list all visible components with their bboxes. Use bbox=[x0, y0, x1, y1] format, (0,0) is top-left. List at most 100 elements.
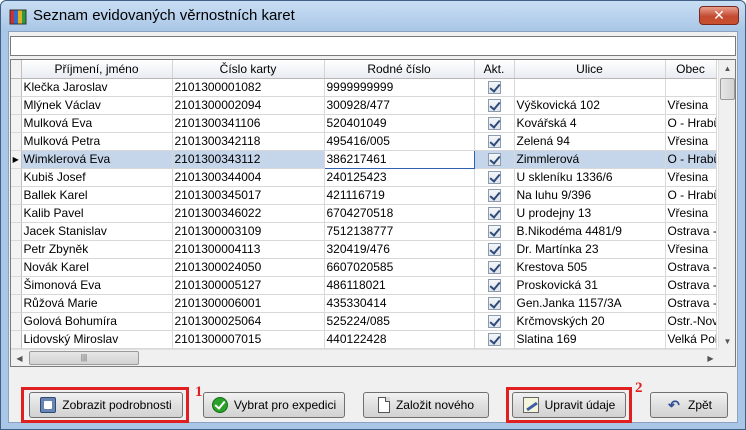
cell-city[interactable]: Ostrava - V bbox=[665, 258, 717, 277]
cell-street[interactable]: Dr. Martínka 23 bbox=[514, 240, 666, 259]
table-row[interactable]: Kubiš Josef 2101300344004 240125423 U sklen… bbox=[11, 168, 717, 187]
cell-card-number[interactable]: 2101300003109 bbox=[172, 222, 325, 241]
cell-name[interactable]: Golová Bohumíra bbox=[21, 312, 173, 331]
cell-city[interactable]: Ostrava - V bbox=[665, 276, 717, 295]
cell-name[interactable]: Mulková Petra bbox=[21, 132, 173, 151]
cell-city[interactable]: O - Hrabů bbox=[665, 150, 717, 169]
column-header-birth-number[interactable]: Rodné číslo bbox=[324, 60, 475, 79]
cell-active[interactable] bbox=[474, 276, 515, 295]
cell-street[interactable]: Kovářská 4 bbox=[514, 114, 666, 133]
table-row[interactable]: Šimonová Eva 2101300005127 486118021 Prosko… bbox=[11, 276, 717, 295]
cell-name[interactable]: Kalib Pavel bbox=[21, 204, 173, 223]
select-for-dispatch-button[interactable]: Vybrat pro expedici bbox=[203, 392, 345, 418]
row-indicator[interactable] bbox=[11, 276, 22, 295]
cell-name[interactable]: Novák Karel bbox=[21, 258, 173, 277]
cell-active[interactable] bbox=[474, 114, 515, 133]
row-indicator[interactable] bbox=[11, 204, 22, 223]
horizontal-scroll-thumb[interactable]: ||| bbox=[29, 351, 139, 365]
cell-city[interactable]: Ostrava - V bbox=[665, 294, 717, 313]
vertical-scroll-thumb[interactable] bbox=[720, 78, 735, 100]
title-bar[interactable]: Seznam evidovaných věrnostních karet ✕ bbox=[1, 1, 745, 31]
cell-active[interactable] bbox=[474, 186, 515, 205]
active-checkbox[interactable] bbox=[487, 135, 501, 149]
table-row[interactable]: Ballek Karel 2101300345017 421116719 Na luh… bbox=[11, 186, 717, 205]
cell-name[interactable]: Kubiš Josef bbox=[21, 168, 173, 187]
row-indicator[interactable] bbox=[11, 78, 22, 97]
row-indicator[interactable] bbox=[11, 294, 22, 313]
vertical-scrollbar[interactable]: ▲ ▼ bbox=[718, 60, 735, 350]
cell-card-number[interactable]: 2101300002094 bbox=[172, 96, 325, 115]
cell-city[interactable]: Vřesina bbox=[665, 132, 717, 151]
cell-card-number[interactable]: 2101300342118 bbox=[172, 132, 325, 151]
row-indicator[interactable] bbox=[11, 258, 22, 277]
active-checkbox[interactable] bbox=[487, 81, 501, 95]
create-new-button[interactable]: Založit nového bbox=[363, 392, 489, 418]
cell-name[interactable]: Šimonová Eva bbox=[21, 276, 173, 295]
active-checkbox[interactable] bbox=[487, 279, 501, 293]
cell-birth-number[interactable]: 495416/005 bbox=[324, 132, 475, 151]
cell-active[interactable] bbox=[474, 312, 515, 331]
cell-birth-number[interactable]: 440122428 bbox=[324, 330, 475, 349]
cell-street[interactable]: U skleníku 1336/6 bbox=[514, 168, 666, 187]
row-indicator[interactable] bbox=[11, 240, 22, 259]
cell-name[interactable]: Klečka Jaroslav bbox=[21, 78, 173, 97]
cell-active[interactable] bbox=[474, 240, 515, 259]
cell-city[interactable]: Vřesina bbox=[665, 96, 717, 115]
cell-street[interactable]: Proskovická 31 bbox=[514, 276, 666, 295]
cell-card-number[interactable]: 2101300004113 bbox=[172, 240, 325, 259]
active-checkbox[interactable] bbox=[487, 189, 501, 203]
cell-card-number[interactable]: 2101300345017 bbox=[172, 186, 325, 205]
cell-name[interactable]: Jacek Stanislav bbox=[21, 222, 173, 241]
search-input[interactable] bbox=[10, 36, 736, 56]
cell-birth-number[interactable]: 7512138777 bbox=[324, 222, 475, 241]
cell-birth-number[interactable]: 300928/477 bbox=[324, 96, 475, 115]
scroll-down-icon[interactable]: ▼ bbox=[719, 333, 735, 350]
table-row[interactable]: Petr Zbyněk 2101300004113 320419/476 Dr. Ma… bbox=[11, 240, 717, 259]
column-header-active[interactable]: Akt. bbox=[474, 60, 515, 79]
column-header-street[interactable]: Ulice bbox=[514, 60, 666, 79]
cell-name[interactable]: Wimklerová Eva bbox=[21, 150, 173, 169]
cell-street[interactable]: Na luhu 9/396 bbox=[514, 186, 666, 205]
row-indicator[interactable] bbox=[11, 330, 22, 349]
cell-street[interactable]: Slatina 169 bbox=[514, 330, 666, 349]
cell-street[interactable]: Zelená 94 bbox=[514, 132, 666, 151]
cell-city[interactable]: O - Hrabů bbox=[665, 186, 717, 205]
cell-city[interactable]: Vřesina bbox=[665, 240, 717, 259]
row-indicator[interactable] bbox=[11, 96, 22, 115]
row-indicator[interactable] bbox=[11, 222, 22, 241]
row-indicator[interactable] bbox=[11, 186, 22, 205]
scroll-right-icon[interactable]: ▶ bbox=[702, 350, 719, 366]
cell-street[interactable]: U prodejny 13 bbox=[514, 204, 666, 223]
horizontal-scrollbar[interactable]: ◀ ||| ▶ bbox=[11, 349, 719, 366]
cell-street[interactable]: Zimmlerová bbox=[514, 150, 666, 169]
active-checkbox[interactable] bbox=[487, 261, 501, 275]
row-indicator[interactable]: ▶ bbox=[11, 150, 22, 169]
cell-active[interactable] bbox=[474, 96, 515, 115]
cell-city[interactable]: Vřesina bbox=[665, 204, 717, 223]
cell-active[interactable] bbox=[474, 204, 515, 223]
active-checkbox[interactable] bbox=[487, 207, 501, 221]
cell-city[interactable]: Velká Polo bbox=[665, 330, 717, 349]
cell-birth-number[interactable]: 520401049 bbox=[324, 114, 475, 133]
cell-active[interactable] bbox=[474, 222, 515, 241]
cell-card-number[interactable]: 2101300005127 bbox=[172, 276, 325, 295]
back-button[interactable]: ↶ Zpět bbox=[650, 392, 728, 418]
table-row[interactable]: Golová Bohumíra 2101300025064 525224/085 Kr… bbox=[11, 312, 717, 331]
cell-birth-number[interactable]: 386217461 bbox=[323, 149, 475, 169]
cell-name[interactable]: Ballek Karel bbox=[21, 186, 173, 205]
cell-street[interactable]: Krestova 505 bbox=[514, 258, 666, 277]
cell-active[interactable] bbox=[474, 78, 515, 97]
cell-active[interactable] bbox=[474, 132, 515, 151]
row-indicator[interactable] bbox=[11, 312, 22, 331]
cell-active[interactable] bbox=[474, 258, 515, 277]
cards-grid[interactable]: Příjmení, jméno Číslo karty Rodné číslo … bbox=[10, 59, 736, 367]
row-indicator[interactable] bbox=[11, 114, 22, 133]
cell-name[interactable]: Mlýnek Václav bbox=[21, 96, 173, 115]
row-indicator[interactable] bbox=[11, 168, 22, 187]
column-header-city[interactable]: Obec bbox=[665, 60, 717, 79]
scroll-up-icon[interactable]: ▲ bbox=[719, 60, 735, 77]
cell-birth-number[interactable]: 6704270518 bbox=[324, 204, 475, 223]
cell-name[interactable]: Mulková Eva bbox=[21, 114, 173, 133]
active-checkbox[interactable] bbox=[487, 225, 501, 239]
table-row[interactable]: Jacek Stanislav 2101300003109 7512138777 B.… bbox=[11, 222, 717, 241]
